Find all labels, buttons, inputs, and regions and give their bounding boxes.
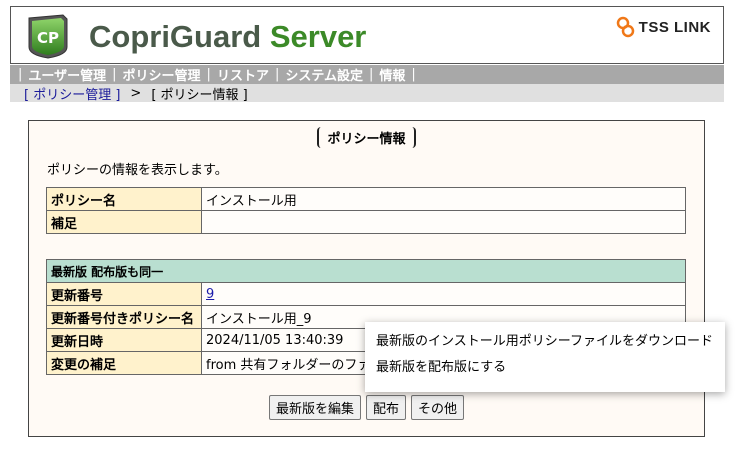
edit-latest-button[interactable]: 最新版を編集 — [268, 395, 361, 420]
panel-description: ポリシーの情報を表示します。 — [47, 163, 228, 178]
breadcrumb-current: [ ポリシー情報 ] — [151, 87, 248, 103]
policy-name-value: インストール用 — [201, 187, 686, 211]
copriguard-logo-icon: CP — [28, 14, 68, 59]
policy-table: ポリシー名 インストール用 補足 — [46, 187, 686, 234]
tss-link-brand: TSS LINK — [616, 15, 711, 39]
table-row: ポリシー名 インストール用 — [46, 187, 686, 211]
policy-note-value — [201, 210, 686, 234]
app-header: CP CopriGuard Server TSS LINK — [10, 6, 724, 64]
updated-at-label: 更新日時 — [46, 328, 202, 352]
panel-title: ポリシー情報 — [317, 127, 416, 148]
change-note-label: 変更の補足 — [46, 351, 202, 375]
nav-item-restore[interactable]: リストア — [217, 65, 269, 84]
revision-number-link[interactable]: 9 — [206, 287, 214, 302]
policy-name-label: ポリシー名 — [46, 187, 202, 211]
logo-text: CP — [37, 29, 59, 47]
menu-item-make-latest-distribution[interactable]: 最新版を配布版にする — [365, 358, 725, 384]
main-nav: | ユーザー管理 | ポリシー管理 | リストア | システム設定 | 情報 | — [10, 65, 724, 84]
table-row: 更新番号 9 — [46, 282, 686, 306]
other-actions-menu: 最新版のインストール用ポリシーファイルをダウンロード 最新版を配布版にする — [365, 322, 725, 392]
action-buttons: 最新版を編集 配布 その他 — [29, 395, 704, 420]
table-row: 補足 — [46, 210, 686, 234]
other-button[interactable]: その他 — [411, 395, 465, 420]
tss-link-logo-icon — [616, 16, 634, 38]
breadcrumb: [ ポリシー管理 ] > [ ポリシー情報 ] — [10, 84, 724, 103]
policy-note-label: 補足 — [46, 210, 202, 234]
nav-item-policy-management[interactable]: ポリシー管理 — [123, 65, 201, 84]
brand-name: TSS LINK — [638, 18, 711, 36]
version-table-header: 最新版 配布版も同一 — [46, 259, 686, 283]
app-title: CopriGuard Server — [89, 19, 367, 54]
breadcrumb-separator: > — [130, 85, 142, 101]
versioned-policy-name-label: 更新番号付きポリシー名 — [46, 305, 202, 329]
nav-item-info[interactable]: 情報 — [379, 65, 405, 84]
breadcrumb-policy-management-link[interactable]: [ ポリシー管理 ] — [24, 84, 120, 103]
menu-item-download-install-policy[interactable]: 最新版のインストール用ポリシーファイルをダウンロード — [365, 332, 725, 358]
table-row: 最新版 配布版も同一 — [46, 259, 686, 283]
revision-number-label: 更新番号 — [46, 282, 202, 306]
nav-item-system-settings[interactable]: システム設定 — [285, 65, 363, 84]
nav-item-user-management[interactable]: ユーザー管理 — [28, 65, 106, 84]
distribute-button[interactable]: 配布 — [365, 395, 406, 420]
